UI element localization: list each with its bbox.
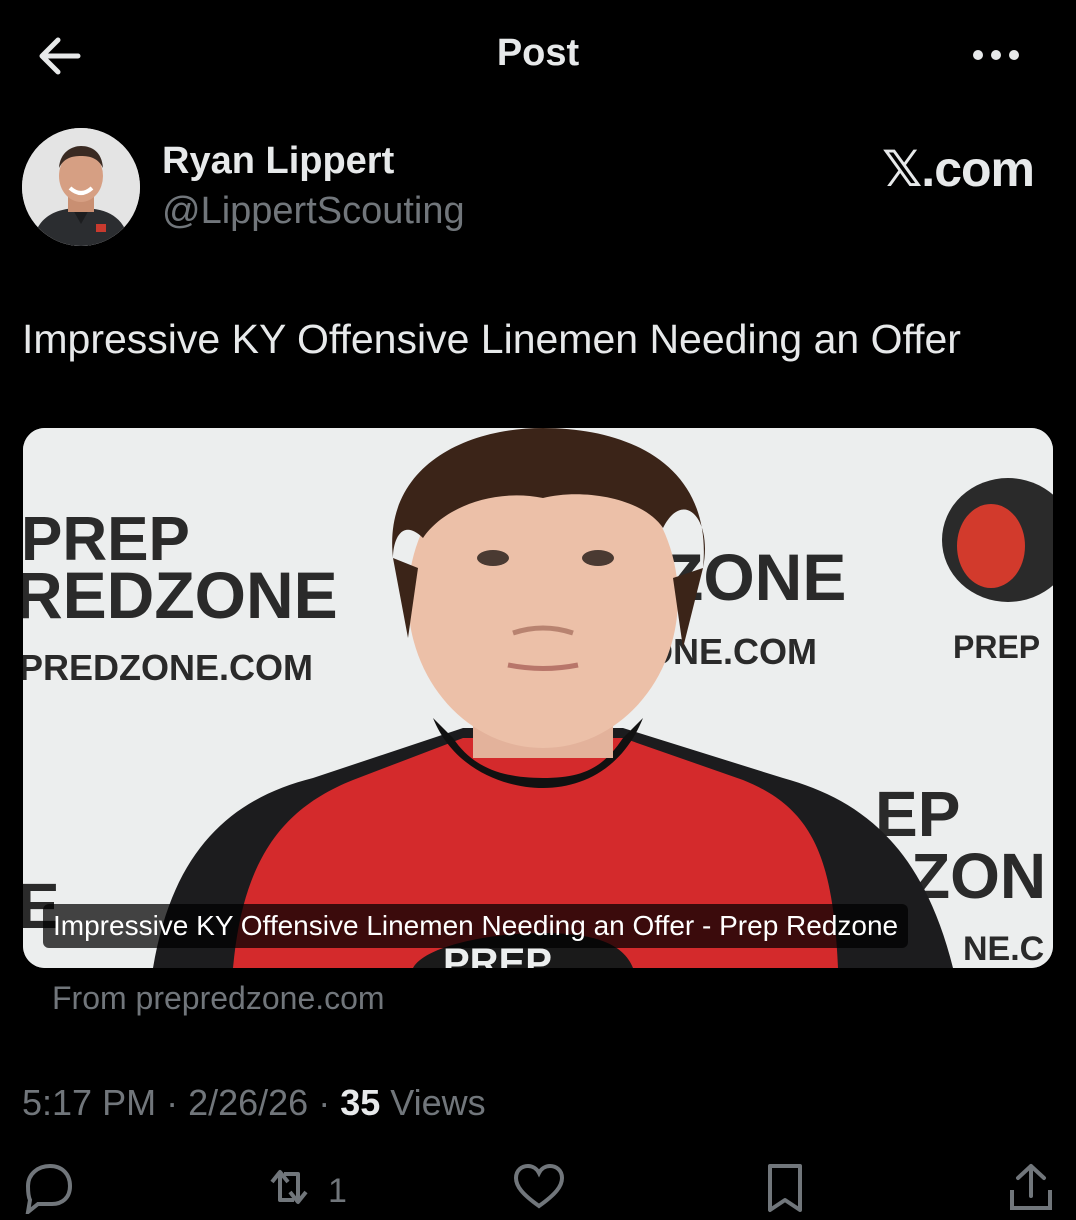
backdrop-bottom-right-line2: ZON <box>911 840 1046 912</box>
top-bar: Post <box>0 0 1076 110</box>
link-card[interactable]: PREP REDZONE PREDZONE.COM ZONE ZONE.COM … <box>23 428 1053 968</box>
avatar[interactable] <box>22 128 140 246</box>
more-options-button[interactable] <box>966 40 1026 70</box>
share-button[interactable] <box>1004 1160 1058 1220</box>
x-com-watermark: 𝕏.com <box>882 141 1035 197</box>
repost-button[interactable]: 1 <box>262 1160 347 1220</box>
share-icon <box>1010 1164 1052 1210</box>
backdrop-left-line2: REDZONE <box>23 558 338 632</box>
bookmark-button[interactable] <box>758 1160 812 1220</box>
post-time: 5:17 PM <box>22 1082 157 1123</box>
backdrop-bottom-right-url: NE.C <box>963 930 1044 968</box>
author-block: Ryan Lippert @LippertScouting 𝕏.com <box>22 128 1054 248</box>
reply-button[interactable] <box>20 1160 74 1220</box>
reply-icon <box>25 1163 73 1217</box>
page-title: Post <box>496 32 580 74</box>
card-photo: PREP REDZONE PREDZONE.COM ZONE ZONE.COM … <box>23 428 1053 968</box>
author-handle[interactable]: @LippertScouting <box>162 190 465 233</box>
meta-separator: · <box>308 1082 341 1123</box>
backdrop-left-url: PREDZONE.COM <box>23 647 313 688</box>
views-count[interactable]: 35 <box>340 1082 380 1123</box>
post-meta: 5:17 PM · 2/26/26 · 35 Views <box>22 1082 486 1124</box>
action-bar: 1 <box>0 1160 1076 1217</box>
more-horizontal-icon <box>973 50 1019 60</box>
meta-separator: · <box>156 1082 189 1123</box>
author-name[interactable]: Ryan Lippert <box>162 140 394 183</box>
like-button[interactable] <box>512 1160 566 1220</box>
bookmark-icon <box>768 1164 802 1212</box>
card-caption: Impressive KY Offensive Linemen Needing … <box>43 904 909 948</box>
views-label[interactable]: Views <box>380 1082 485 1123</box>
card-source[interactable]: From prepredzone.com <box>52 980 385 1017</box>
post-date: 2/26/26 <box>188 1082 309 1123</box>
backdrop-right-small: PREP <box>953 629 1040 665</box>
post-text: Impressive KY Offensive Linemen Needing … <box>22 316 961 362</box>
repost-icon <box>270 1170 308 1204</box>
heart-icon <box>513 1163 565 1209</box>
repost-count: 1 <box>328 1172 347 1210</box>
